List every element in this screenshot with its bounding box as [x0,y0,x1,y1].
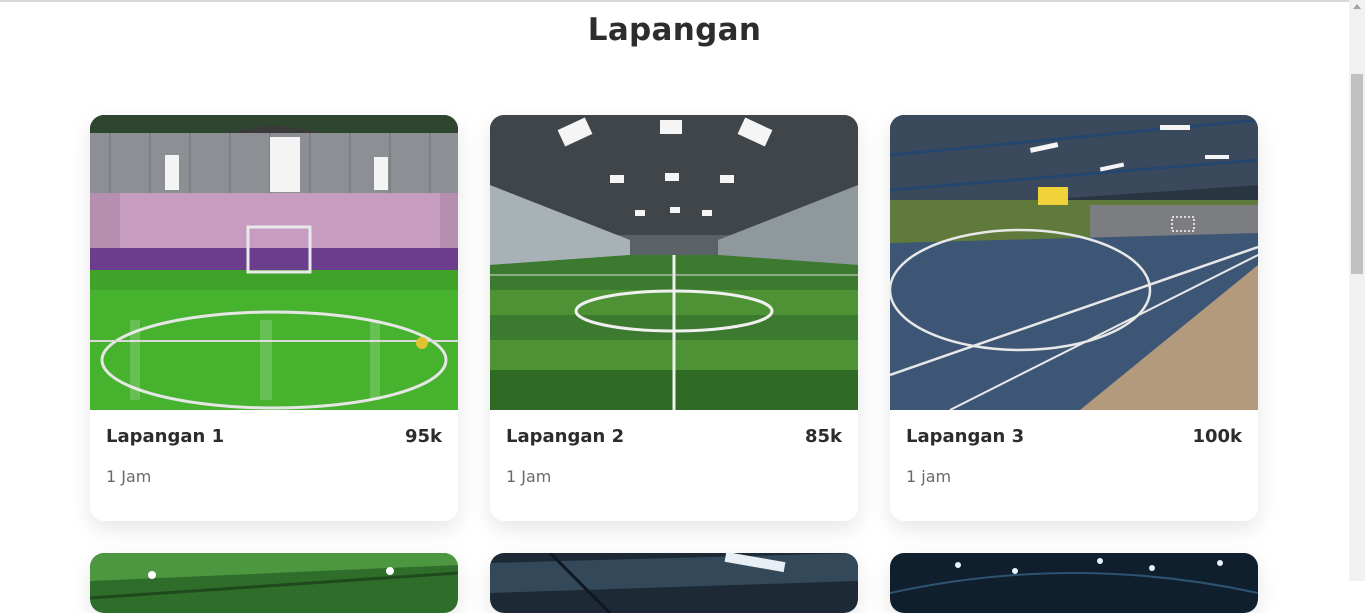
page-title: Lapangan [587,12,762,48]
field-price: 95k [404,426,442,447]
field-name: Lapangan 2 [506,426,625,447]
field-card-3[interactable]: Lapangan 3 100k 1 jam [890,115,1258,521]
field-name: Lapangan 1 [106,426,225,447]
scroll-up-arrow-icon[interactable] [1353,4,1361,9]
field-card-2[interactable]: Lapangan 2 85k 1 Jam [490,115,858,521]
field-card-5[interactable] [490,553,858,613]
field-price: 85k [804,426,842,447]
field-name: Lapangan 3 [906,426,1025,447]
field-card-1[interactable]: Lapangan 1 95k 1 Jam [90,115,458,521]
field-duration: 1 Jam [106,467,152,486]
field-photo-3 [890,115,1258,410]
field-photo-5 [490,553,858,613]
field-price: 100k [1192,426,1242,447]
field-photo-1 [90,115,458,410]
field-card-6[interactable] [890,553,1258,613]
field-card-4[interactable] [90,553,458,613]
field-photo-4 [90,553,458,613]
top-border [0,0,1349,2]
vertical-scrollbar[interactable] [1349,0,1365,581]
scrollbar-thumb[interactable] [1351,74,1363,274]
field-duration: 1 jam [906,467,952,486]
field-duration: 1 Jam [506,467,552,486]
field-photo-2 [490,115,858,410]
field-photo-6 [890,553,1258,613]
